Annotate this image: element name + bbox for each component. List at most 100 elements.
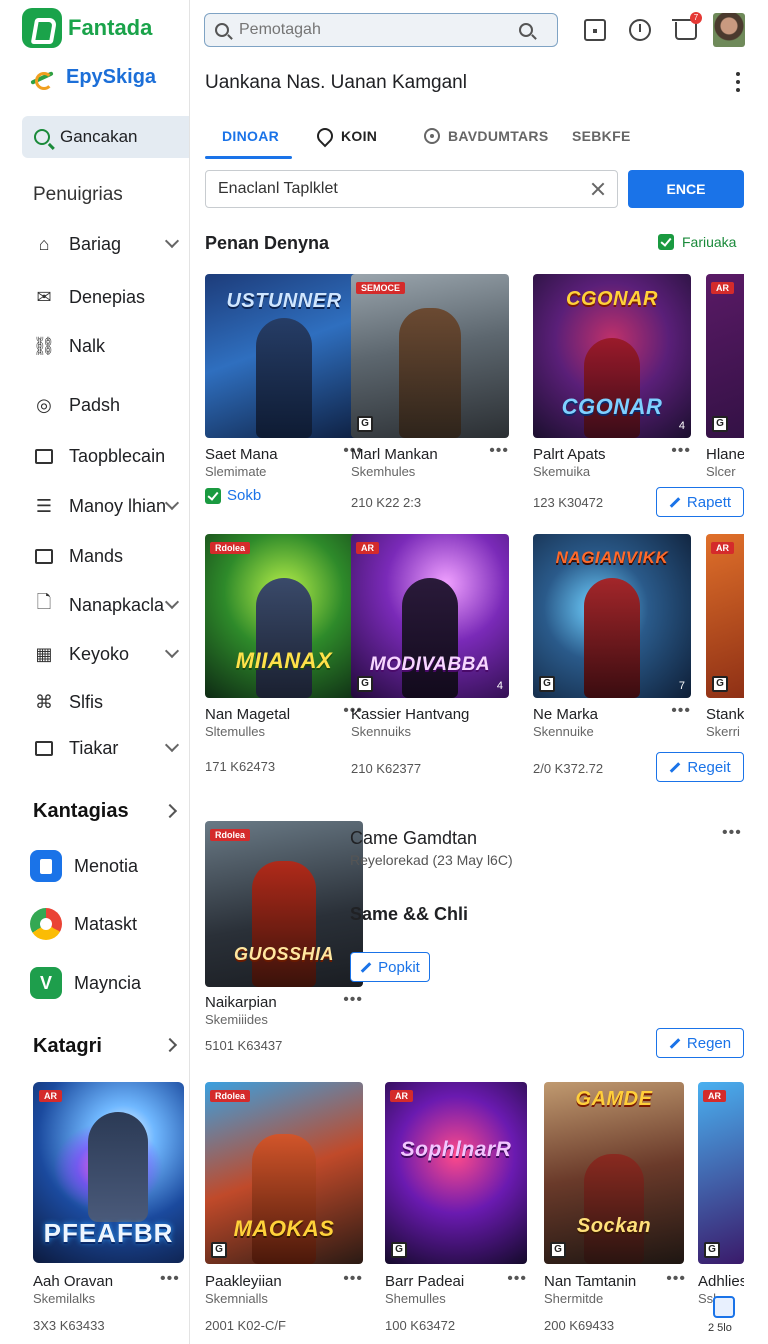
sidebar-app-item[interactable]: Mataskt — [30, 908, 137, 940]
chevron-down-icon[interactable] — [164, 233, 180, 249]
sidebar-item-8[interactable]: ▦ Keyoko — [33, 638, 183, 670]
game-art: CGONAR CGONAR 4 — [533, 274, 691, 438]
sidebar-item-2[interactable]: ⛓ Nalk — [33, 330, 183, 362]
chevron-down-icon[interactable] — [164, 643, 180, 659]
featured-title: Came Gamdtan — [350, 828, 478, 848]
sub-brand-logo-icon — [30, 69, 56, 90]
regeit-button[interactable]: Regeit — [656, 752, 744, 782]
game-title: Nan Magetal — [205, 706, 291, 723]
brand[interactable]: Fantada — [22, 8, 152, 48]
chrome-icon — [30, 908, 62, 940]
sidebar-item-0[interactable]: ⌂ Bariag — [33, 228, 183, 260]
rapett-button[interactable]: Rapett — [656, 487, 744, 517]
app-label: Menotia — [74, 855, 139, 876]
sidebar-item-search[interactable]: Gancakan — [22, 116, 189, 158]
featured-game-card[interactable]: AR PFEAFBR — [33, 1082, 184, 1263]
sidebar-item-label: Nanapkacla — [69, 594, 165, 615]
game-title: Marl Mankan — [351, 446, 438, 463]
game-card[interactable]: GAMDE Sockan G Nan Tamtanin ••• Shermitd… — [544, 1082, 702, 1333]
sidebar-section-label: Penuigrias — [33, 184, 123, 205]
more-options-icon[interactable]: ••• — [343, 991, 363, 1009]
sub-brand[interactable]: EpySkiga — [30, 66, 156, 90]
game-title: Stank — [706, 706, 744, 723]
more-options-icon[interactable]: ••• — [160, 1270, 180, 1288]
link-icon: ⛓ — [32, 335, 56, 356]
regen-button[interactable]: Regen — [656, 1028, 744, 1058]
game-art: Rdolea MIIANAX 8 — [205, 534, 363, 698]
game-subtitle: Slemimate — [205, 464, 267, 479]
scroll-top-icon[interactable] — [713, 1296, 735, 1318]
game-title: Saet Mana — [205, 446, 278, 463]
mail-icon: ✉ — [36, 286, 52, 307]
edit-icon — [669, 496, 681, 508]
game-card[interactable]: AR G Hlane Slcer — [706, 274, 744, 479]
platform-icon: G — [550, 1242, 566, 1258]
sidebar-item-label: Manoy lhian — [69, 495, 167, 516]
sidebar-item-4[interactable]: Taopblecain — [33, 440, 183, 472]
app-label: Mayncia — [74, 972, 142, 993]
game-card[interactable]: AR SophlnarR G Barr Padeai ••• Shemulles… — [385, 1082, 543, 1333]
more-options-icon[interactable]: ••• — [722, 824, 742, 842]
chat-icon: ◎ — [36, 394, 52, 415]
grid-icon: ▦ — [35, 643, 53, 664]
game-card[interactable]: Rdolea MAOKAS G Paakleyiian ••• Skemnial… — [205, 1082, 363, 1333]
sidebar-app-item[interactable]: Menotia — [30, 850, 138, 882]
sidebar-item-3[interactable]: ◎ Padsh — [33, 389, 183, 421]
sidebar-group-title[interactable]: Katagri — [33, 1035, 102, 1058]
game-art: AR SophlnarR G — [385, 1082, 527, 1264]
game-title: Kassier Hantvang — [351, 706, 470, 723]
game-card[interactable]: USTUNNER 3 Saet Mana ••• Slemimate Sokb — [205, 274, 363, 504]
game-art-title: PFEAFBR — [43, 1218, 174, 1248]
status-badge: Sokb — [205, 487, 261, 504]
game-card[interactable]: CGONAR CGONAR 4 Palrt Apats ••• Skemuika… — [533, 274, 691, 510]
calendar-icon — [33, 737, 55, 759]
featured-date: Reyelorekad (23 May l6C) — [350, 852, 513, 868]
brand-name: Fantada — [68, 15, 153, 40]
sidebar-item-9[interactable]: ⌘ Slfis — [33, 686, 183, 718]
platform-icon: G — [211, 1242, 227, 1258]
game-card[interactable]: SEMOCE G Marl Mankan ••• Skemhules 210 K… — [351, 274, 509, 510]
sidebar-item-label: Padsh — [69, 394, 121, 415]
game-card[interactable]: AR G Stank Skerri — [706, 534, 744, 739]
sidebar-item-5[interactable]: ☰ Manoy lhian — [33, 490, 183, 522]
sidebar-item-1[interactable]: ✉ Denepias — [33, 281, 183, 313]
sidebar-item-6[interactable]: Mands — [33, 540, 183, 572]
edit-icon — [360, 961, 372, 973]
document-icon: 🗋 — [36, 592, 52, 612]
sidebar-app-item[interactable]: V Mayncia — [30, 967, 141, 999]
more-options-icon[interactable]: ••• — [671, 442, 691, 460]
more-options-icon[interactable]: ••• — [343, 1270, 363, 1288]
game-meta: 200 K69433 — [544, 1318, 615, 1333]
game-card[interactable]: AR G Adhlies Sskr — [698, 1082, 744, 1306]
platform-tag: AR — [39, 1090, 62, 1102]
more-options-icon[interactable]: ••• — [507, 1270, 527, 1288]
sidebar-item-label: Slfis — [69, 691, 104, 712]
popkit-button[interactable]: Popkit — [350, 952, 430, 982]
chevron-down-icon[interactable] — [164, 737, 180, 753]
game-card[interactable]: Rdolea MIIANAX 8 Nan Magetal ••• Sltemul… — [205, 534, 363, 774]
game-art: Rdolea GUOSSHIA — [205, 821, 363, 987]
game-art: AR G — [706, 534, 744, 698]
platform-icon: G — [704, 1242, 720, 1258]
game-art: AR G — [706, 274, 744, 438]
sidebar-item-7[interactable]: 🗋 Nanapkacla — [33, 589, 183, 621]
game-card[interactable]: AR MODIVABBA G 4 Kassier Hantvang Skennu… — [351, 534, 509, 776]
game-subtitle: Shemulles — [385, 1291, 446, 1306]
sidebar-item-label: Denepias — [69, 286, 146, 307]
sidebar-item-10[interactable]: Tiakar — [33, 732, 183, 764]
featured-game-card[interactable]: Rdolea GUOSSHIA Naikarpian ••• Skemiiide… — [205, 821, 363, 1053]
game-art: USTUNNER 3 — [205, 274, 363, 438]
more-options-icon[interactable]: ••• — [489, 442, 509, 460]
sidebar-group-title[interactable]: Kantagias — [33, 800, 129, 823]
more-options-icon[interactable]: ••• — [671, 702, 691, 720]
chevron-right-icon[interactable] — [162, 1037, 178, 1053]
game-card[interactable]: NAGIANVIKK G 7 Ne Marka ••• Skennuike 2/… — [533, 534, 691, 776]
chevron-down-icon[interactable] — [164, 495, 180, 511]
game-meta: 171 K62473 — [205, 759, 276, 774]
game-subtitle: Slcer — [706, 464, 736, 479]
chevron-right-icon[interactable] — [162, 803, 178, 819]
chevron-down-icon[interactable] — [164, 594, 180, 610]
game-title: Palrt Apats — [533, 446, 606, 463]
sidebar-item-label: Mands — [69, 545, 124, 566]
more-options-icon[interactable]: ••• — [666, 1270, 686, 1288]
